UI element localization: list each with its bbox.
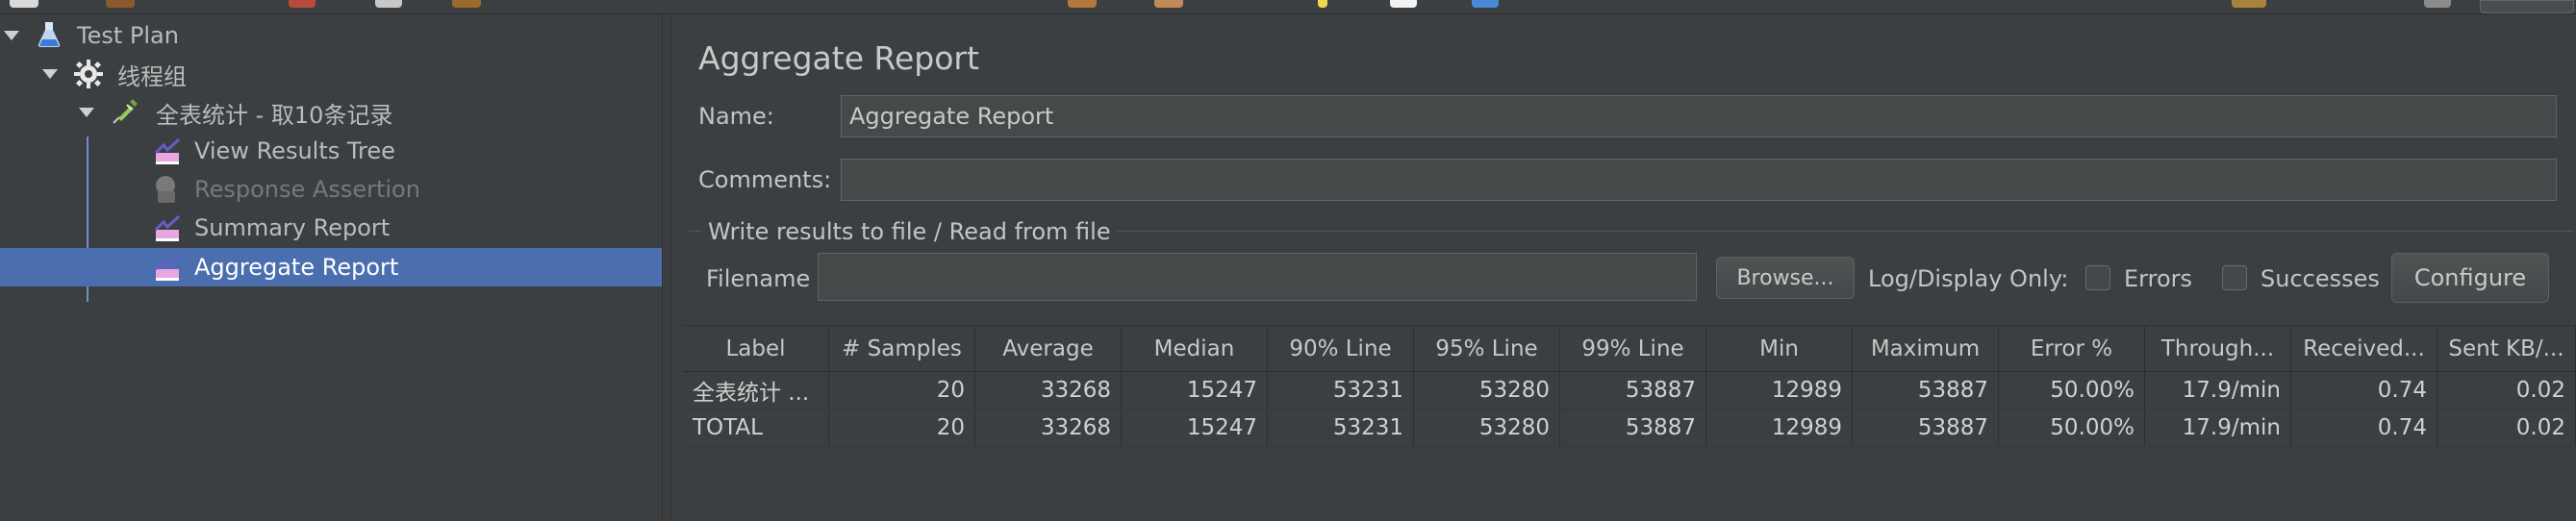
table-cell: 50.00% xyxy=(1999,372,2145,409)
table-cell: 20 xyxy=(829,409,975,446)
configure-button[interactable]: Configure xyxy=(2391,253,2549,303)
table-cell: 0.02 xyxy=(2437,409,2576,446)
column-header-min[interactable]: Min xyxy=(1706,326,1853,372)
toolbar-button-icon[interactable] xyxy=(2232,0,2266,8)
filename-label: Filename xyxy=(706,265,811,292)
table-cell: 全表统计 ... xyxy=(683,372,829,409)
tree-item-label: 线程组 xyxy=(117,62,187,90)
successes-label: Successes xyxy=(2260,265,2380,292)
table-row[interactable]: TOTAL 20 33268 15247 53231 53280 53887 1… xyxy=(683,409,2576,447)
aggregate-table: Label # Samples Average Median 90% Line … xyxy=(683,325,2576,447)
table-cell: 53887 xyxy=(1560,409,1706,446)
column-header-label[interactable]: Label xyxy=(683,326,829,372)
errors-label: Errors xyxy=(2124,265,2193,292)
table-cell: 12989 xyxy=(1706,372,1853,409)
column-header-error[interactable]: Error % xyxy=(1999,326,2145,372)
toolbar-button-icon[interactable] xyxy=(10,0,38,8)
listener-icon xyxy=(154,137,183,166)
toolbar-button-icon[interactable] xyxy=(1472,0,1499,8)
file-section-title: Write results to file / Read from file xyxy=(702,218,1117,245)
table-cell: 53887 xyxy=(1853,409,1999,446)
expand-arrow-icon[interactable] xyxy=(4,31,19,40)
tree-item-label: 全表统计 - 取10条记录 xyxy=(156,101,393,129)
table-cell: 20 xyxy=(829,372,975,409)
table-cell: 33268 xyxy=(975,409,1122,446)
table-cell: 53231 xyxy=(1268,372,1414,409)
tree-item-sampler[interactable]: 全表统计 - 取10条记录 xyxy=(0,93,662,132)
aggregate-report-panel: Aggregate Report Name: Comments: Write r… xyxy=(671,14,2576,521)
table-cell: 0.74 xyxy=(2291,372,2437,409)
assertion-icon xyxy=(152,174,181,203)
toolbar-button-icon[interactable] xyxy=(1154,0,1183,8)
table-cell: 53231 xyxy=(1268,409,1414,446)
tree-item-label: Summary Report xyxy=(194,214,391,241)
toolbar-button-icon[interactable] xyxy=(1068,0,1097,8)
filename-field[interactable] xyxy=(818,253,1697,301)
test-plan-tree: Test Plan 线程组 全表统计 - 取10条记录 View Results… xyxy=(0,14,662,521)
table-cell: 0.02 xyxy=(2437,372,2576,409)
toolbar xyxy=(0,0,2576,14)
table-cell: 53280 xyxy=(1414,409,1560,446)
thread-group-icon xyxy=(73,59,103,88)
toolbar-button-icon[interactable] xyxy=(2480,0,2574,13)
toolbar-button-icon[interactable] xyxy=(1390,0,1417,8)
toolbar-button-icon[interactable] xyxy=(289,0,316,8)
browse-button[interactable]: Browse... xyxy=(1716,257,1855,299)
column-header-median[interactable]: Median xyxy=(1122,326,1268,372)
table-cell: 17.9/min xyxy=(2145,372,2291,409)
column-header-average[interactable]: Average xyxy=(975,326,1122,372)
tree-item-label: Test Plan xyxy=(77,22,179,49)
successes-checkbox[interactable] xyxy=(2222,265,2247,290)
toolbar-button-icon[interactable] xyxy=(452,0,481,8)
table-cell: 33268 xyxy=(975,372,1122,409)
table-cell: TOTAL xyxy=(683,409,829,446)
column-header-sent[interactable]: Sent KB/... xyxy=(2437,326,2576,372)
tree-item-aggregate-report[interactable]: Aggregate Report xyxy=(0,248,662,286)
page-title: Aggregate Report xyxy=(698,39,979,77)
table-cell: 0.74 xyxy=(2291,409,2437,446)
column-header-maximum[interactable]: Maximum xyxy=(1853,326,1999,372)
tree-item-summary-report[interactable]: Summary Report xyxy=(0,209,662,247)
toolbar-button-icon[interactable] xyxy=(106,0,135,8)
toolbar-button-icon[interactable] xyxy=(1318,0,1327,8)
tree-item-view-results-tree[interactable]: View Results Tree xyxy=(0,132,662,170)
tree-item-response-assertion[interactable]: Response Assertion xyxy=(0,170,662,209)
sampler-icon xyxy=(110,96,139,125)
log-display-label: Log/Display Only: xyxy=(1868,265,2069,292)
name-field[interactable] xyxy=(841,95,2557,137)
table-cell: 53280 xyxy=(1414,372,1560,409)
table-cell: 15247 xyxy=(1122,409,1268,446)
tree-item-label: Aggregate Report xyxy=(194,254,399,281)
table-cell: 17.9/min xyxy=(2145,409,2291,446)
test-plan-icon xyxy=(35,20,63,49)
comments-label: Comments: xyxy=(698,166,832,193)
listener-icon xyxy=(154,254,183,283)
tree-item-thread-group[interactable]: 线程组 xyxy=(0,55,662,93)
column-header-throughput[interactable]: Through... xyxy=(2145,326,2291,372)
panel-splitter[interactable] xyxy=(662,14,671,521)
errors-checkbox[interactable] xyxy=(2085,265,2110,290)
expand-arrow-icon[interactable] xyxy=(79,108,94,117)
column-header-95-line[interactable]: 95% Line xyxy=(1414,326,1560,372)
table-cell: 53887 xyxy=(1853,372,1999,409)
table-row[interactable]: 全表统计 ... 20 33268 15247 53231 53280 5388… xyxy=(683,372,2576,409)
table-cell: 53887 xyxy=(1560,372,1706,409)
column-header-samples[interactable]: # Samples xyxy=(829,326,975,372)
table-cell: 15247 xyxy=(1122,372,1268,409)
listener-icon xyxy=(154,214,183,243)
toolbar-button-icon[interactable] xyxy=(375,0,402,8)
column-header-90-line[interactable]: 90% Line xyxy=(1268,326,1414,372)
tree-item-label: Response Assertion xyxy=(194,176,420,203)
table-header: Label # Samples Average Median 90% Line … xyxy=(683,326,2576,372)
name-label: Name: xyxy=(698,103,774,130)
tree-item-test-plan[interactable]: Test Plan xyxy=(0,16,662,55)
table-cell: 12989 xyxy=(1706,409,1853,446)
comments-field[interactable] xyxy=(841,159,2557,201)
table-cell: 50.00% xyxy=(1999,409,2145,446)
expand-arrow-icon[interactable] xyxy=(42,69,58,79)
toolbar-button-icon[interactable] xyxy=(2424,0,2451,8)
tree-item-label: View Results Tree xyxy=(194,137,395,164)
column-header-received[interactable]: Received... xyxy=(2291,326,2437,372)
column-header-99-line[interactable]: 99% Line xyxy=(1560,326,1706,372)
